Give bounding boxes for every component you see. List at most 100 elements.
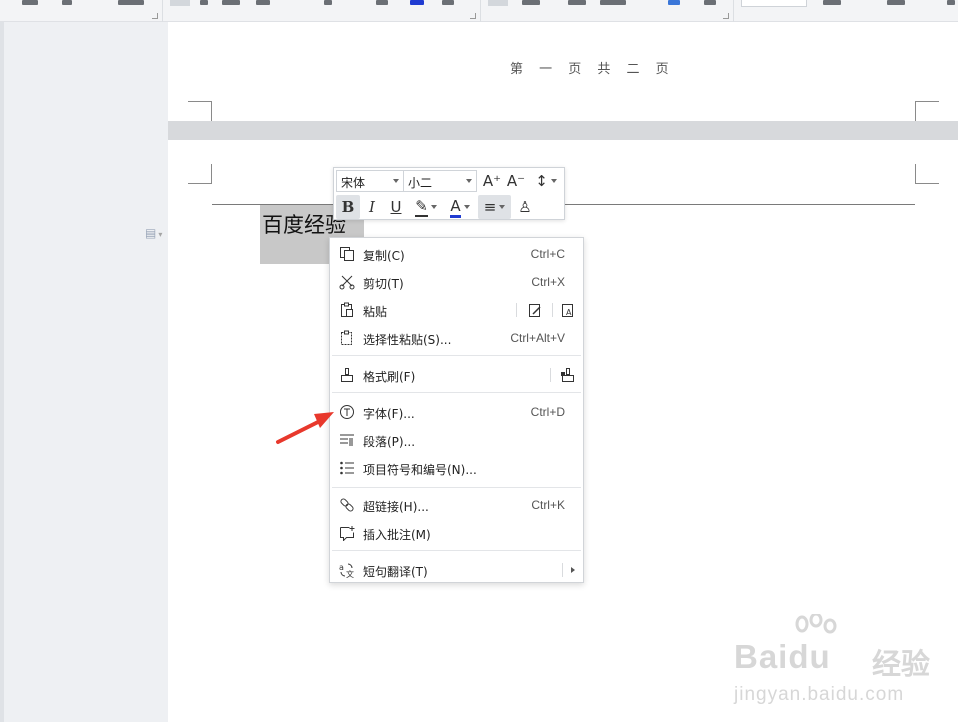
style-item[interactable] — [823, 0, 841, 5]
watermark-logo-cn: 经验 — [872, 647, 931, 681]
svg-text:文: 文 — [346, 569, 354, 578]
menu-item-copy[interactable]: 复制(C) Ctrl+C — [330, 240, 583, 268]
ribbon-group-styles — [735, 0, 958, 22]
menu-item-label: 选择性粘贴(S)... — [363, 333, 452, 347]
format-painter-icon — [338, 366, 356, 384]
ribbon-toggle[interactable] — [488, 0, 508, 6]
dialog-launcher-icon[interactable] — [152, 13, 158, 19]
menu-item-shortcut: Ctrl+D — [530, 405, 565, 419]
ribbon-button[interactable] — [568, 0, 586, 5]
ribbon-group-clipboard — [0, 0, 163, 22]
ribbon-button[interactable] — [256, 0, 270, 5]
font-size-select[interactable]: 小二 — [403, 170, 477, 192]
menu-item-label: 段落(P)... — [363, 435, 416, 449]
bold-icon: B — [341, 198, 355, 216]
ribbon-button[interactable] — [222, 0, 240, 5]
paste-text-only-icon[interactable]: A — [559, 301, 577, 319]
menu-item-label: 插入批注(M) — [363, 528, 431, 542]
chevron-down-icon — [499, 205, 506, 209]
ribbon-button[interactable] — [62, 0, 72, 5]
format-painter-lock-icon[interactable] — [559, 366, 577, 384]
line-spacing-button[interactable]: ↕ — [530, 169, 562, 193]
font-name-select[interactable]: 宋体 — [336, 170, 404, 192]
menu-item-paragraph[interactable]: 段落(P)... — [330, 426, 583, 454]
comment-icon — [338, 524, 356, 542]
font-icon — [338, 403, 356, 421]
menu-item-format-painter[interactable]: 格式刷(F) — [330, 361, 583, 389]
ribbon-group-font — [164, 0, 481, 22]
navigation-edge — [0, 22, 4, 722]
crop-mark — [188, 164, 212, 184]
align-button[interactable]: ≡ — [478, 195, 511, 219]
menu-item-font[interactable]: 字体(F)... Ctrl+D — [330, 398, 583, 426]
menu-item-label: 短句翻译(T) — [363, 565, 428, 579]
ribbon-button[interactable] — [200, 0, 208, 5]
arrow-head — [314, 412, 334, 428]
divider — [550, 368, 551, 382]
menu-item-label: 字体(F)... — [363, 407, 415, 421]
menu-item-paste-special[interactable]: 选择性粘贴(S)... Ctrl+Alt+V — [330, 324, 583, 352]
font-color-button[interactable]: A — [445, 195, 475, 219]
bold-button[interactable]: B — [336, 195, 360, 219]
ribbon-button[interactable] — [522, 0, 540, 5]
shrink-font-button[interactable]: A⁻ — [505, 169, 527, 193]
chevron-down-icon — [393, 179, 399, 183]
ribbon-button[interactable] — [376, 0, 388, 5]
format-painter-button[interactable]: ♙ — [514, 195, 536, 219]
ribbon-button[interactable] — [668, 0, 680, 5]
ribbon-button[interactable] — [118, 0, 144, 5]
divider — [552, 303, 553, 317]
highlight-button[interactable]: ✎ — [411, 195, 441, 219]
paste-keep-format-icon[interactable] — [526, 301, 544, 319]
ribbon-button[interactable] — [442, 0, 454, 5]
menu-item-insert-comment[interactable]: 插入批注(M) — [330, 519, 583, 547]
chevron-down-icon: ▾ — [158, 230, 163, 239]
link-icon — [338, 496, 356, 514]
highlighter-icon: ✎ — [415, 197, 428, 217]
menu-separator — [332, 355, 581, 356]
menu-item-shortcut: Ctrl+C — [530, 247, 565, 261]
menu-item-label: 粘贴 — [363, 305, 388, 319]
font-name-value: 宋体 — [341, 176, 366, 190]
chevron-down-icon — [550, 179, 557, 183]
svg-text:A: A — [566, 308, 572, 317]
ribbon-button[interactable] — [704, 0, 716, 5]
scissors-icon — [338, 273, 356, 291]
menu-separator — [332, 487, 581, 488]
floating-format-toolbar: 宋体 小二 A⁺ A⁻ ↕ B I U ✎ A ≡ ♙ — [333, 167, 565, 220]
ribbon-button[interactable] — [324, 0, 332, 5]
watermark-logo: Baidu — [734, 638, 831, 675]
paste-icon — [338, 301, 356, 319]
menu-item-cut[interactable]: 剪切(T) Ctrl+X — [330, 268, 583, 296]
grow-font-icon: A⁺ — [482, 172, 502, 190]
style-item[interactable] — [741, 0, 807, 7]
ribbon-toggle[interactable] — [170, 0, 190, 6]
menu-item-shortcut: Ctrl+X — [531, 275, 565, 289]
menu-item-shortcut: Ctrl+Alt+V — [510, 331, 565, 345]
menu-item-shortcut: Ctrl+K — [531, 498, 565, 512]
menu-item-translate[interactable]: a文 短句翻译(T) — [330, 556, 583, 584]
style-item[interactable] — [947, 0, 955, 5]
page-count-label: 第 一 页 共 二 页 — [510, 62, 675, 77]
menu-item-bullets-numbering[interactable]: 项目符号和编号(N)... — [330, 454, 583, 482]
dialog-launcher-icon[interactable] — [470, 13, 476, 19]
dialog-launcher-icon[interactable] — [723, 13, 729, 19]
context-menu: 复制(C) Ctrl+C 剪切(T) Ctrl+X 粘贴 A 选择性粘贴(S).… — [329, 237, 584, 583]
copy-icon — [338, 245, 356, 263]
grow-font-button[interactable]: A⁺ — [481, 169, 503, 193]
ribbon-toolbar — [0, 0, 958, 22]
style-item[interactable] — [887, 0, 905, 5]
baidu-watermark: Baidu 经验 jingyan.baidu.com — [734, 614, 934, 714]
italic-button[interactable]: I — [361, 195, 383, 219]
menu-item-hyperlink[interactable]: 超链接(H)... Ctrl+K — [330, 491, 583, 519]
ribbon-button[interactable] — [22, 0, 38, 5]
menu-item-label: 项目符号和编号(N)... — [363, 463, 477, 477]
translate-icon: a文 — [338, 561, 356, 579]
ribbon-button[interactable] — [600, 0, 626, 5]
menu-item-paste[interactable]: 粘贴 A — [330, 296, 583, 324]
page-gap — [168, 121, 958, 140]
menu-item-label: 剪切(T) — [363, 277, 404, 291]
paragraph-layout-icon[interactable]: ▤ ▾ — [145, 226, 162, 240]
ribbon-button[interactable] — [410, 0, 424, 5]
underline-button[interactable]: U — [385, 195, 407, 219]
